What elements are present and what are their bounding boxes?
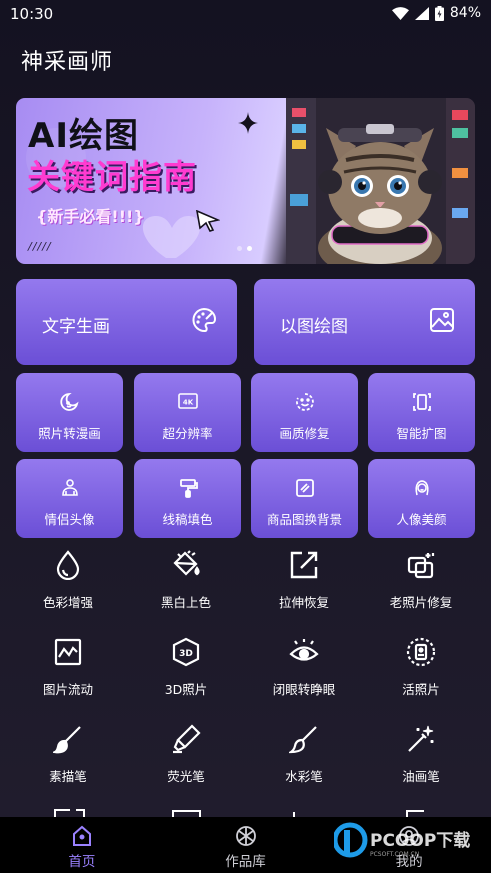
tool-product-background[interactable]: 商品图换背景 bbox=[251, 459, 358, 538]
moon-face-icon bbox=[59, 393, 79, 411]
tool-stretch-restore[interactable]: 拉伸恢复 bbox=[245, 548, 363, 618]
expand-frame-icon bbox=[412, 393, 431, 411]
banner-pagination bbox=[237, 246, 252, 251]
tool-bw-colorize[interactable]: 黑白上色 bbox=[127, 548, 245, 618]
tool-label: 素描笔 bbox=[49, 769, 87, 784]
resize-arrow-icon bbox=[290, 551, 318, 579]
tool-highlighter[interactable]: 荧光笔 bbox=[127, 722, 245, 792]
status-time: 10:30 bbox=[10, 5, 54, 23]
image-icon bbox=[430, 308, 454, 332]
tool-label: 油画笔 bbox=[402, 769, 440, 784]
tool-label: 商品图换背景 bbox=[266, 512, 342, 527]
tool-label: 情侣头像 bbox=[44, 512, 95, 527]
brush-icon bbox=[53, 726, 81, 754]
text-to-image-card[interactable]: 文字生画 bbox=[16, 279, 237, 365]
tool-quality-repair[interactable]: 画质修复 bbox=[251, 373, 358, 452]
tool-couple-avatar[interactable]: 情侣头像 bbox=[16, 459, 123, 538]
tool-photo-to-comic[interactable]: 照片转漫画 bbox=[16, 373, 123, 452]
banner-dot[interactable] bbox=[237, 246, 242, 251]
magic-wand-icon bbox=[408, 725, 434, 752]
tool-label: 拉伸恢复 bbox=[278, 595, 329, 610]
watermark-logo: PCOOP下载 PCSOFT.COM.CN bbox=[334, 822, 470, 858]
highlighter-icon bbox=[173, 724, 201, 754]
card-label: 文字生画 bbox=[42, 317, 110, 337]
palette-icon bbox=[192, 307, 217, 333]
tool-label: 线稿填色 bbox=[162, 512, 213, 527]
tool-label: 水彩笔 bbox=[285, 769, 323, 784]
banner-text-area: AI绘图 关键词指南 {新手必看!!!} ///// bbox=[16, 98, 288, 264]
tool-lineart-coloring[interactable]: 线稿填色 bbox=[134, 459, 241, 538]
home-icon bbox=[72, 825, 91, 846]
tool-old-photo-repair[interactable]: 老照片修复 bbox=[362, 548, 480, 618]
couple-icon bbox=[61, 479, 78, 496]
tool-image-flow[interactable]: 图片流动 bbox=[9, 635, 127, 705]
cursor-icon bbox=[196, 210, 220, 232]
tool-3d-photo[interactable]: 3D 3D照片 bbox=[127, 635, 245, 705]
tool-live-photo[interactable]: 活照片 bbox=[362, 635, 480, 705]
tool-oil-paint[interactable]: 油画笔 bbox=[362, 722, 480, 792]
tool-open-eyes[interactable]: 闭眼转睁眼 bbox=[245, 635, 363, 705]
portrait-icon bbox=[414, 480, 429, 496]
tool-watercolor-pen[interactable]: 水彩笔 bbox=[245, 722, 363, 792]
watermark-sub: PCSOFT.COM.CN bbox=[370, 851, 419, 858]
tool-label: 荧光笔 bbox=[167, 769, 205, 784]
gallery-icon bbox=[235, 826, 256, 846]
status-indicators: 84% bbox=[391, 5, 481, 21]
tool-label: 照片转漫画 bbox=[38, 426, 101, 441]
tool-color-enhance[interactable]: 色彩增强 bbox=[9, 548, 127, 618]
battery-level: 84% bbox=[449, 5, 481, 21]
banner-title-line2: 关键词指南 bbox=[27, 157, 197, 196]
battery-icon bbox=[434, 5, 444, 21]
signal-icon bbox=[414, 6, 429, 20]
eye-icon bbox=[289, 639, 319, 661]
cat-illustration bbox=[286, 98, 475, 264]
tool-label: 活照片 bbox=[402, 682, 440, 697]
watercolor-brush-icon bbox=[289, 726, 317, 754]
nav-gallery[interactable]: 作品库 bbox=[164, 817, 328, 873]
image-to-image-card[interactable]: 以图绘图 bbox=[254, 279, 475, 365]
live-photo-icon bbox=[406, 637, 436, 667]
wifi-icon bbox=[391, 6, 409, 20]
nav-label: 首页 bbox=[68, 854, 96, 870]
paint-bucket-icon bbox=[173, 550, 200, 576]
app-title: 神采画师 bbox=[21, 50, 114, 75]
tool-smart-expand[interactable]: 智能扩图 bbox=[368, 373, 475, 452]
tool-label: 黑白上色 bbox=[160, 595, 211, 610]
smile-circle-icon bbox=[295, 393, 314, 411]
photo-repair-icon bbox=[407, 553, 435, 579]
banner-slashes-decoration: ///// bbox=[28, 240, 52, 253]
watermark-text: PCOOP下载 bbox=[370, 830, 470, 851]
tool-label: 智能扩图 bbox=[396, 426, 447, 441]
promo-banner[interactable]: AI绘图 关键词指南 {新手必看!!!} ///// bbox=[16, 98, 475, 264]
tool-portrait-beauty[interactable]: 人像美颜 bbox=[368, 459, 475, 538]
tool-label: 3D照片 bbox=[164, 682, 208, 697]
3d-icon: 3D bbox=[172, 637, 200, 667]
tool-label: 人像美颜 bbox=[396, 512, 447, 527]
drop-icon bbox=[56, 550, 80, 580]
tool-sketch-pen[interactable]: 素描笔 bbox=[9, 722, 127, 792]
svg-text:3D: 3D bbox=[179, 649, 193, 659]
tool-label: 闭眼转睁眼 bbox=[272, 682, 336, 697]
4k-icon: 4K bbox=[177, 393, 198, 409]
nav-home[interactable]: 首页 bbox=[0, 817, 164, 873]
status-bar: 10:30 84% bbox=[0, 0, 491, 28]
sparkle-icon bbox=[238, 112, 258, 134]
card-label: 以图绘图 bbox=[280, 317, 348, 337]
tool-label: 超分辨率 bbox=[162, 426, 213, 441]
tool-super-resolution[interactable]: 4K 超分辨率 bbox=[134, 373, 241, 452]
nav-label: 作品库 bbox=[225, 854, 266, 870]
stripes-frame-icon bbox=[295, 479, 314, 497]
svg-text:4K: 4K bbox=[182, 399, 193, 407]
tool-label: 画质修复 bbox=[279, 426, 330, 441]
tool-label: 老照片修复 bbox=[389, 595, 453, 610]
tool-label: 图片流动 bbox=[42, 682, 93, 697]
tool-label: 色彩增强 bbox=[42, 595, 93, 610]
banner-tag: {新手必看!!!} bbox=[36, 207, 145, 226]
banner-dot-active[interactable] bbox=[247, 246, 252, 251]
paint-roller-icon bbox=[179, 479, 198, 498]
wave-chart-icon bbox=[54, 638, 82, 666]
